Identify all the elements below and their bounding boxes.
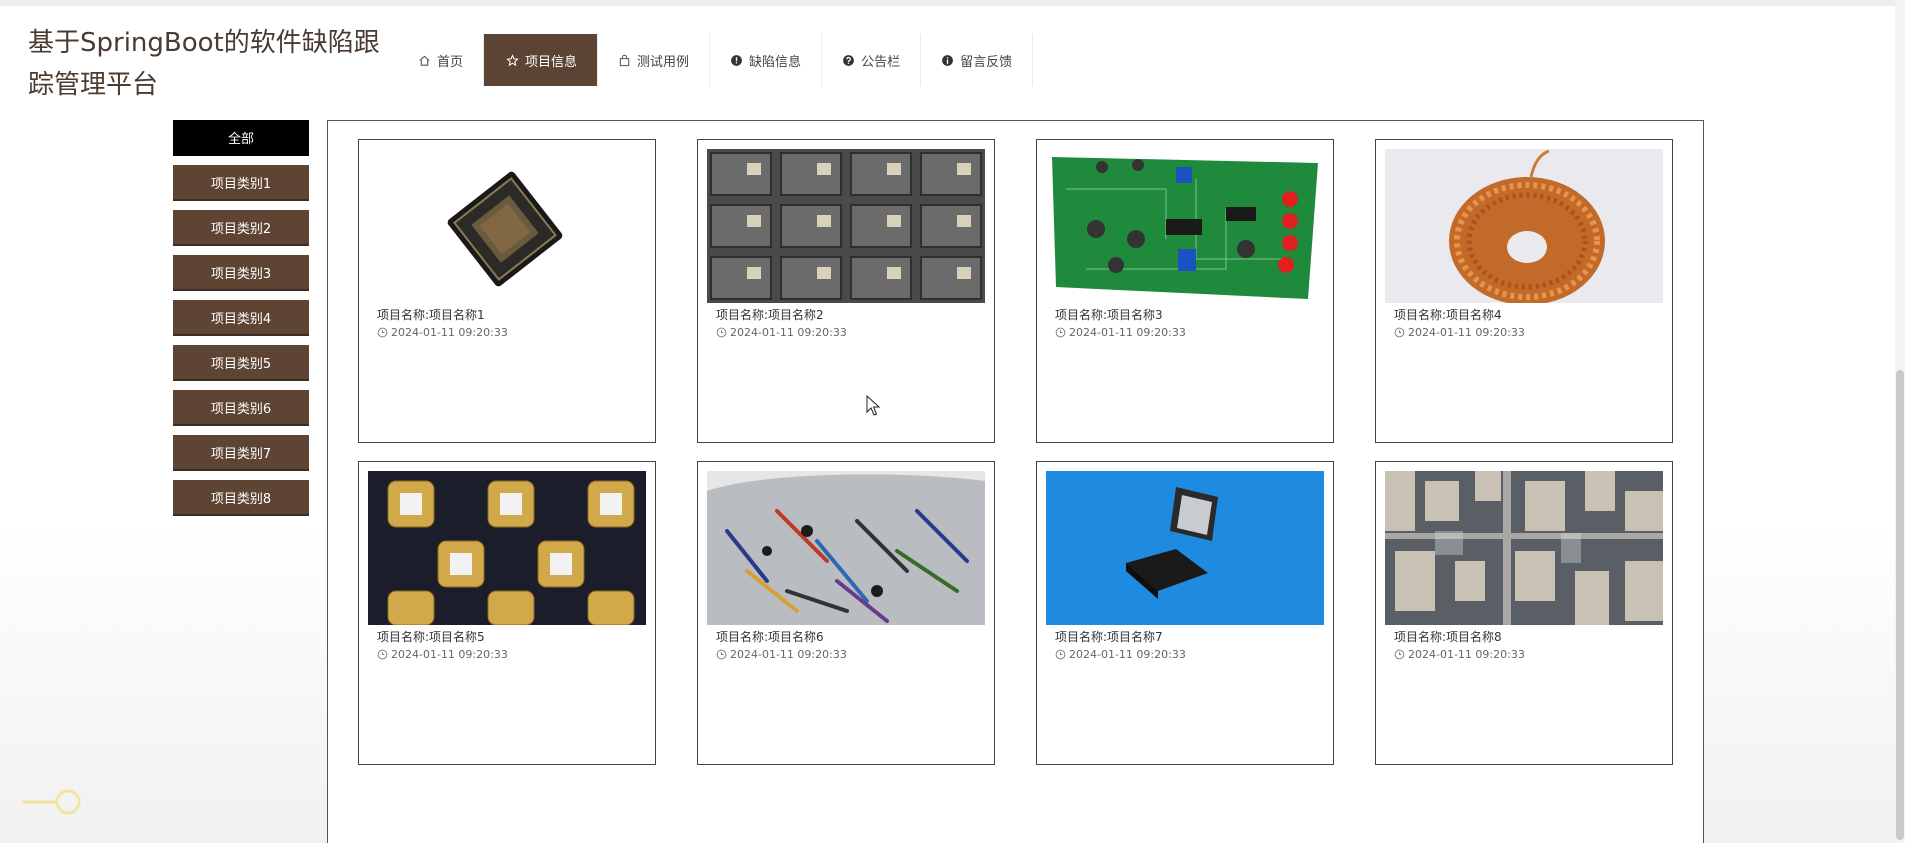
category-5[interactable]: 项目类别5 <box>173 345 309 381</box>
main-nav: 首页 项目信息 测试用例 缺陷信息 公告栏 留言反馈 <box>398 34 1034 86</box>
project-card[interactable]: 项目名称:项目名称1 2024-01-11 09:20:33 <box>358 139 656 443</box>
nav-project-info-label: 项目信息 <box>525 54 578 70</box>
project-time: 2024-01-11 09:20:33 <box>716 648 847 661</box>
nav-test-cases[interactable]: 测试用例 <box>598 34 711 86</box>
clock-icon <box>716 649 727 660</box>
bag-icon <box>618 54 631 67</box>
project-time: 2024-01-11 09:20:33 <box>1394 648 1525 661</box>
alert-icon <box>730 54 743 67</box>
clock-icon <box>377 327 388 338</box>
question-icon <box>842 54 855 67</box>
nav-project-info[interactable]: 项目信息 <box>484 34 599 86</box>
project-thumbnail-city-aerial <box>1385 471 1663 625</box>
project-card[interactable]: 项目名称:项目名称3 2024-01-11 09:20:33 <box>1036 139 1334 443</box>
project-time: 2024-01-11 09:20:33 <box>1055 648 1186 661</box>
scrollbar-thumb[interactable] <box>1896 370 1904 840</box>
project-time-text: 2024-01-11 09:20:33 <box>391 648 508 661</box>
project-time-text: 2024-01-11 09:20:33 <box>730 326 847 339</box>
nav-defect-info-label: 缺陷信息 <box>749 54 802 70</box>
clock-icon <box>716 327 727 338</box>
project-card[interactable]: 项目名称:项目名称6 2024-01-11 09:20:33 <box>697 461 995 765</box>
project-time: 2024-01-11 09:20:33 <box>377 648 508 661</box>
nav-bulletin[interactable]: 公告栏 <box>822 34 922 86</box>
project-thumbnail-components-bag <box>707 471 985 625</box>
project-name: 项目名称:项目名称3 <box>1055 308 1163 322</box>
category-4[interactable]: 项目类别4 <box>173 300 309 336</box>
nav-test-cases-label: 测试用例 <box>637 54 690 70</box>
project-name: 项目名称:项目名称4 <box>1394 308 1502 322</box>
nav-feedback[interactable]: 留言反馈 <box>921 34 1034 86</box>
project-name: 项目名称:项目名称8 <box>1394 630 1502 644</box>
project-thumbnail-bga-chip-tray <box>707 149 985 303</box>
clock-icon <box>377 649 388 660</box>
project-time: 2024-01-11 09:20:33 <box>1394 326 1525 339</box>
mouse-cursor-icon <box>866 395 880 417</box>
clock-icon <box>1055 327 1066 338</box>
nav-home-label: 首页 <box>437 54 464 70</box>
top-strip <box>0 0 1905 6</box>
project-time-text: 2024-01-11 09:20:33 <box>1408 326 1525 339</box>
page-scrollbar[interactable] <box>1895 0 1905 843</box>
nav-home[interactable]: 首页 <box>398 34 485 86</box>
category-8[interactable]: 项目类别8 <box>173 480 309 516</box>
project-card[interactable]: 项目名称:项目名称2 2024-01-11 09:20:33 <box>697 139 995 443</box>
site-title: 基于SpringBoot的软件缺陷跟踪管理平台 <box>28 28 380 100</box>
clock-icon <box>1394 649 1405 660</box>
category-all[interactable]: 全部 <box>173 120 309 156</box>
nav-defect-info[interactable]: 缺陷信息 <box>710 34 823 86</box>
project-time: 2024-01-11 09:20:33 <box>716 326 847 339</box>
project-time: 2024-01-11 09:20:33 <box>1055 326 1186 339</box>
project-time-text: 2024-01-11 09:20:33 <box>1069 648 1186 661</box>
nav-bulletin-label: 公告栏 <box>861 54 901 70</box>
project-thumbnail-qfn-chip-blue <box>1046 471 1324 625</box>
category-3[interactable]: 项目类别3 <box>173 255 309 291</box>
project-name: 项目名称:项目名称1 <box>377 308 485 322</box>
key-icon <box>20 788 82 816</box>
category-7[interactable]: 项目类别7 <box>173 435 309 471</box>
project-grid-panel: 项目名称:项目名称1 2024-01-11 09:20:33 项目名称:项目名称… <box>327 120 1704 843</box>
project-thumbnail-rf-transistors <box>368 471 646 625</box>
project-name: 项目名称:项目名称6 <box>716 630 824 644</box>
project-thumbnail-copper-toroid-coil <box>1385 149 1663 303</box>
project-time: 2024-01-11 09:20:33 <box>377 326 508 339</box>
category-sidebar: 全部 项目类别1 项目类别2 项目类别3 项目类别4 项目类别5 项目类别6 项… <box>173 120 309 525</box>
project-time-text: 2024-01-11 09:20:33 <box>1069 326 1186 339</box>
nav-feedback-label: 留言反馈 <box>960 54 1013 70</box>
info-icon <box>941 54 954 67</box>
project-time-text: 2024-01-11 09:20:33 <box>1408 648 1525 661</box>
project-card[interactable]: 项目名称:项目名称7 2024-01-11 09:20:33 <box>1036 461 1334 765</box>
project-card[interactable]: 项目名称:项目名称5 2024-01-11 09:20:33 <box>358 461 656 765</box>
project-time-text: 2024-01-11 09:20:33 <box>391 326 508 339</box>
project-name: 项目名称:项目名称2 <box>716 308 824 322</box>
clock-icon <box>1055 649 1066 660</box>
project-name: 项目名称:项目名称5 <box>377 630 485 644</box>
star-icon <box>506 53 519 67</box>
home-icon <box>418 54 431 67</box>
category-2[interactable]: 项目类别2 <box>173 210 309 246</box>
project-time-text: 2024-01-11 09:20:33 <box>730 648 847 661</box>
project-name: 项目名称:项目名称7 <box>1055 630 1163 644</box>
project-card[interactable]: 项目名称:项目名称4 2024-01-11 09:20:33 <box>1375 139 1673 443</box>
category-1[interactable]: 项目类别1 <box>173 165 309 201</box>
project-thumbnail-green-pcb-board <box>1046 149 1324 303</box>
clock-icon <box>1394 327 1405 338</box>
category-6[interactable]: 项目类别6 <box>173 390 309 426</box>
project-thumbnail-camera-sensor-chip <box>368 149 646 303</box>
project-card[interactable]: 项目名称:项目名称8 2024-01-11 09:20:33 <box>1375 461 1673 765</box>
